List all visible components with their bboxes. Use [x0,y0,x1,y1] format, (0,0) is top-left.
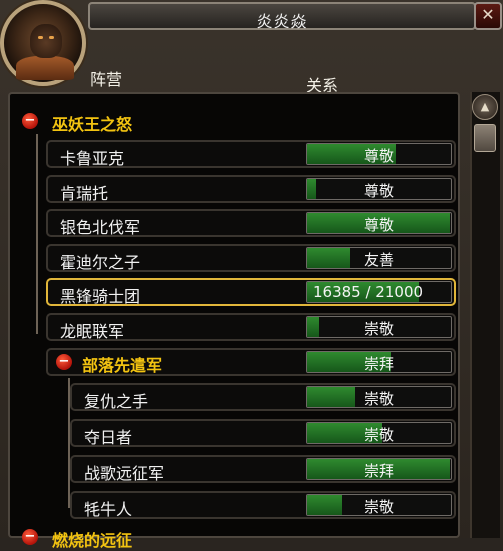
portrait-eye-left [38,36,43,39]
tree-line [36,134,38,334]
group-label: 燃烧的远征 [52,531,133,550]
reputation-bar: 崇敬 [306,386,452,408]
scrollbar[interactable] [470,92,500,538]
portrait-eye-right [49,36,54,39]
reputation-bar: 崇敬 [306,422,452,444]
reputation-standing: 崇拜 [363,462,394,480]
scroll-up-button[interactable]: ▲ [472,94,498,120]
group-header-burning[interactable]: − 燃烧的远征 [22,526,262,550]
faction-row[interactable]: 牦牛人 崇敬 [70,491,456,519]
group-label: 巫妖王之怒 [52,115,133,134]
reputation-bar: 崇敬 [306,494,452,516]
faction-row[interactable]: 银色北伐军 尊敬 [46,209,456,238]
faction-row[interactable]: 霍迪尔之子 友善 [46,243,456,272]
portrait-face [30,24,62,58]
reputation-standing: 尊敬 [363,216,394,235]
reputation-standing: 崇敬 [363,320,394,338]
faction-name: 牦牛人 [84,500,133,519]
group-header-wrath[interactable]: − 巫妖王之怒 [22,110,262,134]
faction-row[interactable]: 肯瑞托 尊敬 [46,174,456,203]
faction-row[interactable]: 复仇之手 崇敬 [70,383,456,411]
reputation-standing: 崇拜 [363,355,394,373]
faction-name: 复仇之手 [84,392,149,411]
reputation-standing: 崇敬 [363,426,394,444]
reputation-bar: 尊敬 [306,143,452,165]
reputation-bar: 尊敬 [306,212,452,235]
reputation-window: 炎炎焱 ✕ 阵营 关系 ▲ − 巫妖王之怒 卡鲁亚克 尊敬 肯瑞托 尊敬 银色北伐军 尊敬… [0,0,503,550]
column-header-faction[interactable]: 阵营 [90,66,122,90]
title-bar: 炎炎焱 [88,2,476,31]
faction-name: 夺日者 [84,428,133,447]
reputation-bar: 崇拜 [306,458,452,480]
faction-row[interactable]: 卡鲁亚克 尊敬 [46,140,456,168]
scroll-thumb[interactable] [474,124,496,152]
collapse-icon[interactable]: − [56,354,72,370]
faction-row[interactable]: 战歌远征军 崇拜 [70,455,456,483]
collapse-icon[interactable]: − [22,113,38,129]
reputation-bar: 崇敬 [306,316,452,338]
reputation-standing: 16385 / 21000 [313,283,424,302]
reputation-standing: 友善 [363,250,394,269]
reputation-bar: 尊敬 [306,177,452,200]
reputation-bar: 16385 / 21000 [306,281,452,304]
close-button[interactable]: ✕ [474,2,502,30]
reputation-standing: 尊敬 [363,181,394,200]
reputation-bar: 友善 [306,246,452,269]
faction-name: 战歌远征军 [84,464,165,483]
portrait-shoulder [16,56,74,80]
group-label: 部落先遣军 [82,356,163,375]
faction-name: 银色北伐军 [60,218,141,238]
faction-name: 肯瑞托 [60,183,109,203]
reputation-standing: 崇敬 [363,498,394,516]
window-title: 炎炎焱 [256,12,308,31]
faction-row[interactable]: 龙眠联军 崇敬 [46,313,456,341]
collapse-icon[interactable]: − [22,529,38,545]
group-header-horde[interactable]: − 部落先遣军 崇拜 [46,348,456,376]
character-portrait [0,0,86,86]
faction-row[interactable]: 黑锋骑士团 16385 / 21000 [46,278,456,307]
faction-name: 黑锋骑士团 [60,287,141,307]
faction-name: 卡鲁亚克 [60,149,125,168]
faction-name: 霍迪尔之子 [60,252,141,272]
reputation-standing: 尊敬 [363,147,394,165]
reputation-standing: 崇敬 [363,390,394,408]
faction-row[interactable]: 夺日者 崇敬 [70,419,456,447]
faction-name: 龙眠联军 [60,322,125,341]
reputation-bar: 崇拜 [306,351,452,373]
